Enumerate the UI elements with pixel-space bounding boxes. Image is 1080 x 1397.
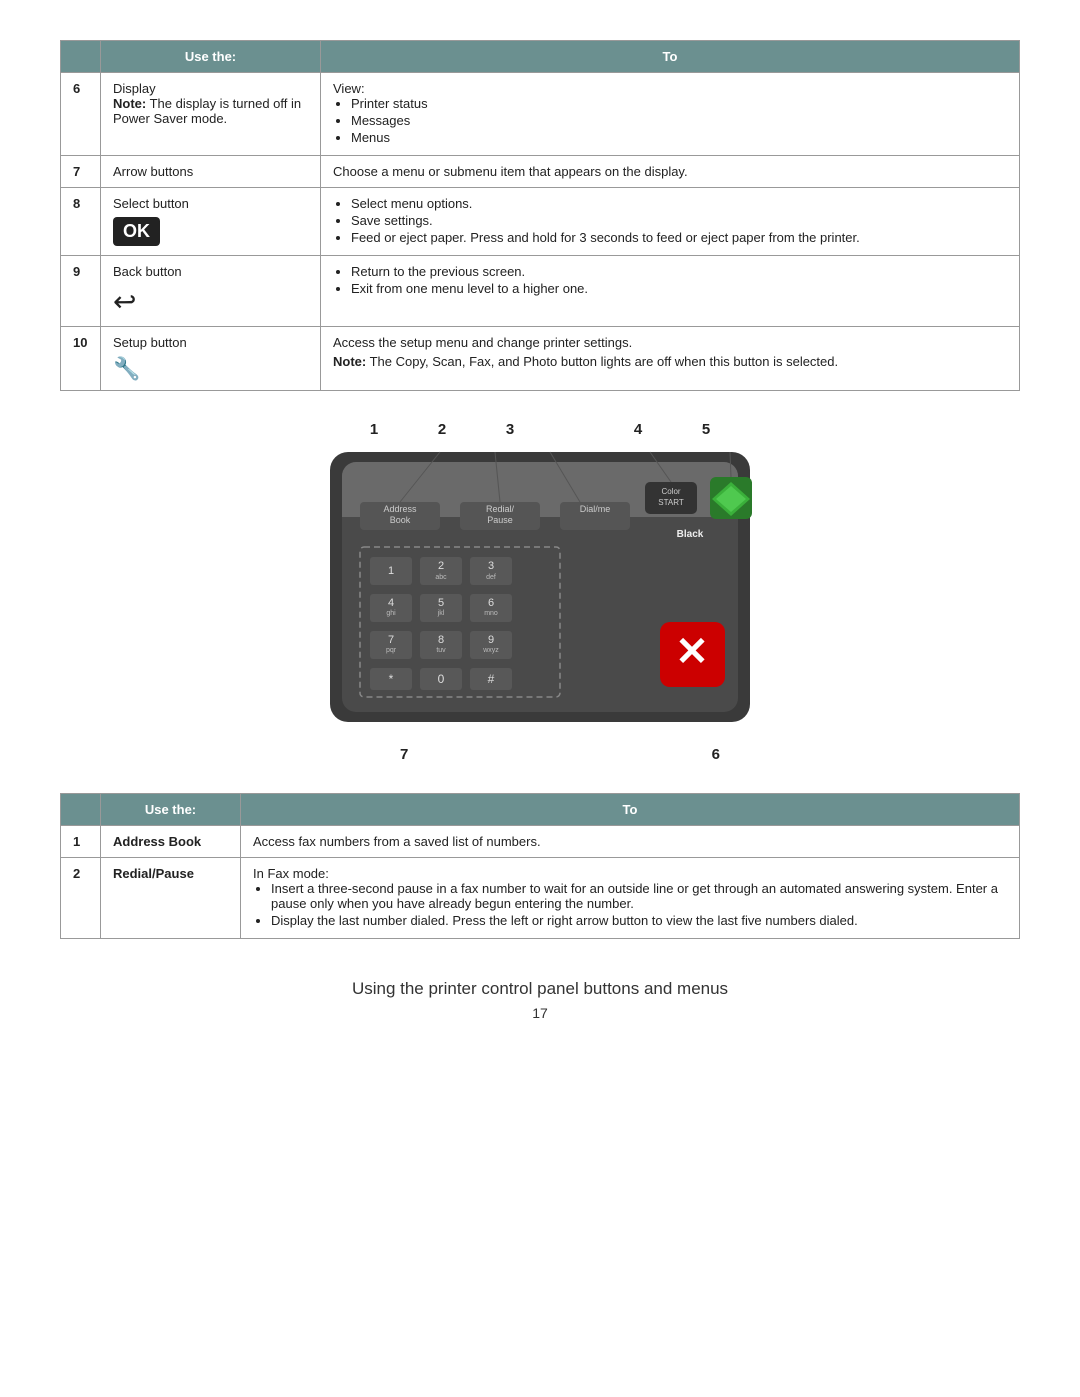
table-row-num: 6 [61,73,101,156]
svg-text:mno: mno [484,610,498,617]
svg-text:tuv: tuv [436,647,446,654]
svg-text:def: def [486,574,496,581]
table-row-to: Return to the previous screen.Exit from … [321,256,1020,327]
top-table-use-header: Use the: [101,41,321,73]
setup-icon: 🔧 [113,356,140,382]
top-table-num-header [61,41,101,73]
bottom-table-to-header: To [241,794,1020,826]
table-row-num: 9 [61,256,101,327]
svg-text:Color: Color [661,487,680,496]
svg-text:6: 6 [488,597,494,609]
table-row-num: 1 [61,826,101,858]
diagram-labels-bottom: 7 6 [300,746,780,763]
label-1: 1 [370,421,378,438]
label-6: 6 [712,746,720,763]
svg-text:Pause: Pause [487,515,513,525]
label-2: 2 [438,421,446,438]
svg-text:*: * [389,672,394,686]
svg-text:8: 8 [438,634,444,646]
table-row-use: Back button↩ [101,256,321,327]
svg-text:Dial/me: Dial/me [580,504,611,514]
top-table: Use the: To 6DisplayNote: The display is… [60,40,1020,391]
svg-text:Redial/: Redial/ [486,504,515,514]
table-row-num: 7 [61,156,101,188]
svg-text:7: 7 [388,634,394,646]
bottom-table-use-header: Use the: [101,794,241,826]
svg-text:Black: Black [677,529,704,540]
back-icon: ↩ [113,285,136,318]
bottom-table-num-header [61,794,101,826]
diagram-labels-top: 1 2 3 4 5 [300,421,780,438]
svg-text:3: 3 [488,560,494,572]
svg-text:pqr: pqr [386,647,397,654]
footer: Using the printer control panel buttons … [60,979,1020,1021]
table-row-use: Address Book [101,826,241,858]
table-row-use: Select buttonOK [101,188,321,256]
label-7: 7 [400,746,408,763]
svg-text:5: 5 [438,597,444,609]
svg-text:Address: Address [383,504,417,514]
ok-icon: OK [113,217,160,246]
printer-diagram-section: 1 2 3 4 5 Address Book Redial/ Pause Dia… [60,421,1020,763]
table-row-to: Choose a menu or submenu item that appea… [321,156,1020,188]
label-3: 3 [506,421,514,438]
label-4: 4 [634,421,642,438]
table-row-to: Access fax numbers from a saved list of … [241,826,1020,858]
footer-page: 17 [60,1005,1020,1021]
table-row-to: Select menu options.Save settings.Feed o… [321,188,1020,256]
svg-text:#: # [488,672,495,686]
svg-text:ghi: ghi [386,610,396,617]
table-row-use: DisplayNote: The display is turned off i… [101,73,321,156]
svg-text:Book: Book [390,515,411,525]
table-row-num: 10 [61,327,101,391]
table-row-to: Access the setup menu and change printer… [321,327,1020,391]
svg-text:START: START [658,498,684,507]
table-row-to: View:Printer statusMessagesMenus [321,73,1020,156]
label-5: 5 [702,421,710,438]
table-row-use: Arrow buttons [101,156,321,188]
svg-text:2: 2 [438,560,444,572]
svg-text:jkl: jkl [437,610,445,617]
table-row-to: In Fax mode:Insert a three-second pause … [241,858,1020,939]
svg-text:wxyz: wxyz [482,647,499,654]
table-row-use: Setup button🔧 [101,327,321,391]
table-row-num: 8 [61,188,101,256]
bottom-table: Use the: To 1Address BookAccess fax numb… [60,793,1020,939]
printer-panel-svg: Address Book Redial/ Pause Dial/me Color… [300,442,780,742]
svg-text:0: 0 [438,672,445,686]
svg-text:abc: abc [435,574,447,581]
svg-text:1: 1 [388,565,394,577]
svg-text:✕: ✕ [675,630,709,674]
top-table-to-header: To [321,41,1020,73]
footer-title: Using the printer control panel buttons … [60,979,1020,999]
svg-text:4: 4 [388,597,394,609]
svg-text:9: 9 [488,634,494,646]
table-row-use: Redial/Pause [101,858,241,939]
table-row-num: 2 [61,858,101,939]
